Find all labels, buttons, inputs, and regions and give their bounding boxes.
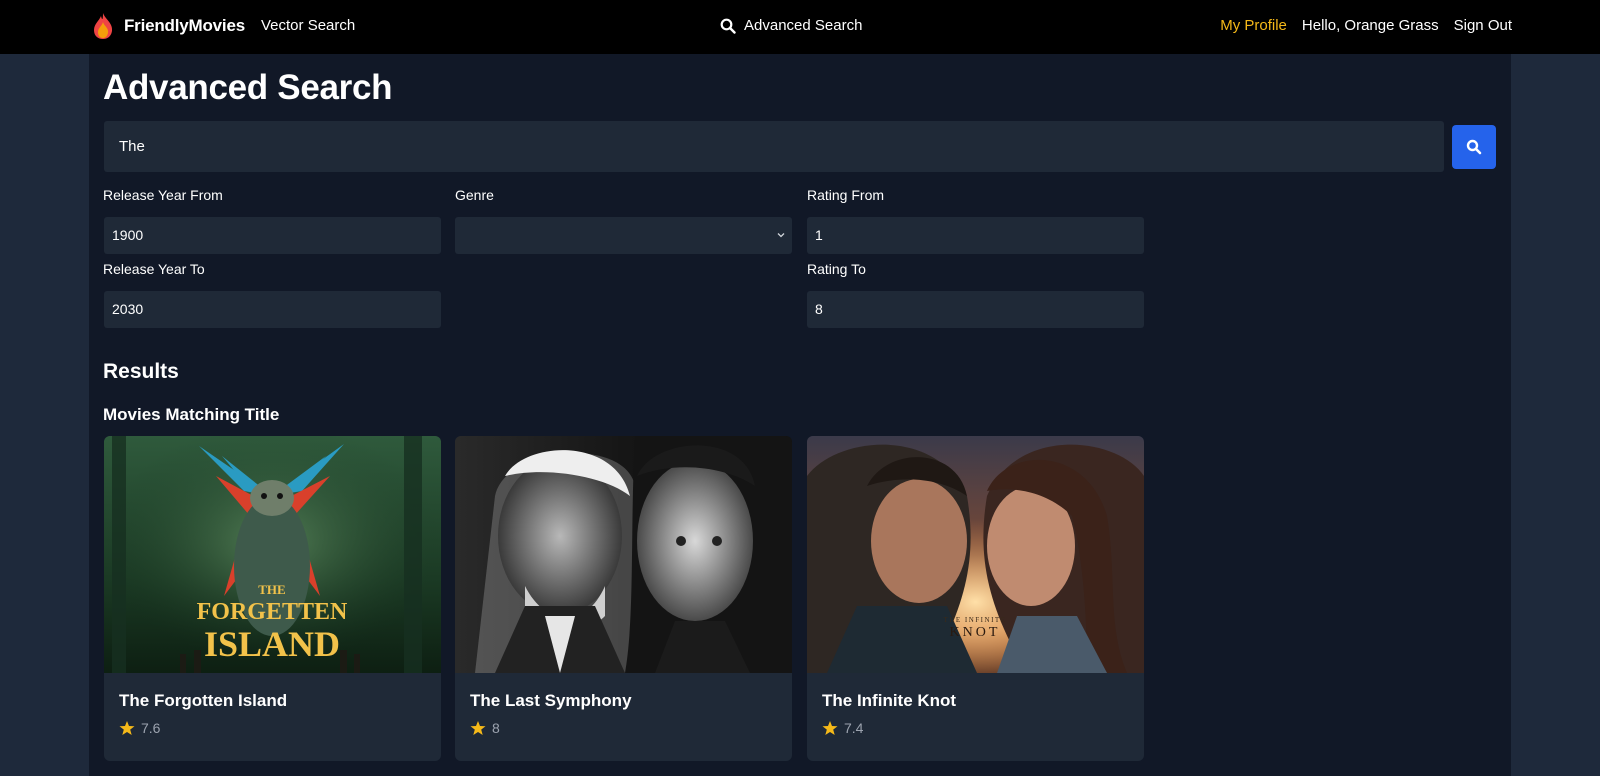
search-icon	[720, 18, 736, 34]
rating-to-input[interactable]: 8	[807, 291, 1144, 328]
movie-rating-value: 7.6	[141, 720, 161, 736]
nav-user-menu: My Profile Hello, Orange Grass Sign Out	[1220, 17, 1512, 34]
infinite-knot-poster: THE INFINITE KNOT	[807, 436, 1144, 673]
forgotten-island-poster: THE FORGETTEN ISLAND	[104, 436, 441, 673]
search-icon	[1466, 139, 1482, 155]
movie-rating: 8	[470, 720, 500, 736]
genre-label: Genre	[455, 187, 494, 203]
poster-title-text: ISLAND	[204, 624, 340, 664]
movie-poster-image	[455, 436, 792, 673]
rating-to-label: Rating To	[807, 261, 866, 277]
brand-name: FriendlyMovies	[124, 16, 245, 35]
poster-title-text: THE	[258, 582, 285, 597]
sign-out-link[interactable]: Sign Out	[1454, 17, 1512, 34]
main-content: Advanced Search The Release Year From 19…	[89, 54, 1511, 776]
search-button[interactable]	[1452, 125, 1496, 169]
user-greeting: Hello, Orange Grass	[1301, 17, 1439, 34]
movie-rating: 7.6	[119, 720, 160, 736]
movie-rating-value: 7.4	[844, 720, 864, 736]
movie-title[interactable]: The Forgotten Island	[119, 691, 287, 711]
star-icon	[119, 721, 135, 735]
search-input[interactable]: The	[104, 121, 1444, 172]
star-icon	[822, 721, 838, 735]
movie-title[interactable]: The Last Symphony	[470, 691, 632, 711]
top-navbar: FriendlyMovies Vector Search Advanced Se…	[0, 0, 1600, 54]
last-symphony-poster	[455, 436, 792, 673]
movies-matching-title-heading: Movies Matching Title	[103, 405, 280, 424]
movie-card[interactable]: THE FORGETTEN ISLAND The Forgotten Islan…	[104, 436, 441, 761]
nav-advanced-search-label: Advanced Search	[744, 17, 863, 34]
my-profile-link[interactable]: My Profile	[1220, 17, 1287, 34]
poster-title-text: KNOT	[950, 625, 1001, 640]
release-year-from-input[interactable]: 1900	[104, 217, 441, 254]
star-icon	[470, 721, 486, 735]
release-year-to-label: Release Year To	[103, 261, 205, 277]
release-year-from-label: Release Year From	[103, 187, 223, 203]
movie-poster-image: THE FORGETTEN ISLAND	[104, 436, 441, 673]
rating-from-label: Rating From	[807, 187, 885, 203]
movie-card[interactable]: THE INFINITE KNOT The Infinite Knot 7.4	[807, 436, 1144, 761]
movie-rating-value: 8	[492, 720, 500, 736]
page-title: Advanced Search	[103, 68, 393, 107]
chevron-down-icon	[777, 233, 785, 238]
movie-title[interactable]: The Infinite Knot	[822, 691, 956, 711]
release-year-to-input[interactable]: 2030	[104, 291, 441, 328]
rating-from-input[interactable]: 1	[807, 217, 1144, 254]
flame-logo-icon	[94, 13, 113, 39]
nav-vector-search-link[interactable]: Vector Search	[261, 17, 355, 34]
brand-link[interactable]: FriendlyMovies	[92, 12, 245, 40]
genre-select[interactable]	[455, 217, 792, 254]
nav-advanced-search-link[interactable]: Advanced Search	[720, 17, 862, 34]
movie-rating: 7.4	[822, 720, 863, 736]
poster-title-text: FORGETTEN	[197, 599, 348, 625]
movie-card[interactable]: The Last Symphony 8	[455, 436, 792, 761]
results-heading: Results	[103, 360, 179, 383]
poster-title-text: THE INFINITE	[944, 616, 1007, 624]
movie-poster-image: THE INFINITE KNOT	[807, 436, 1144, 673]
